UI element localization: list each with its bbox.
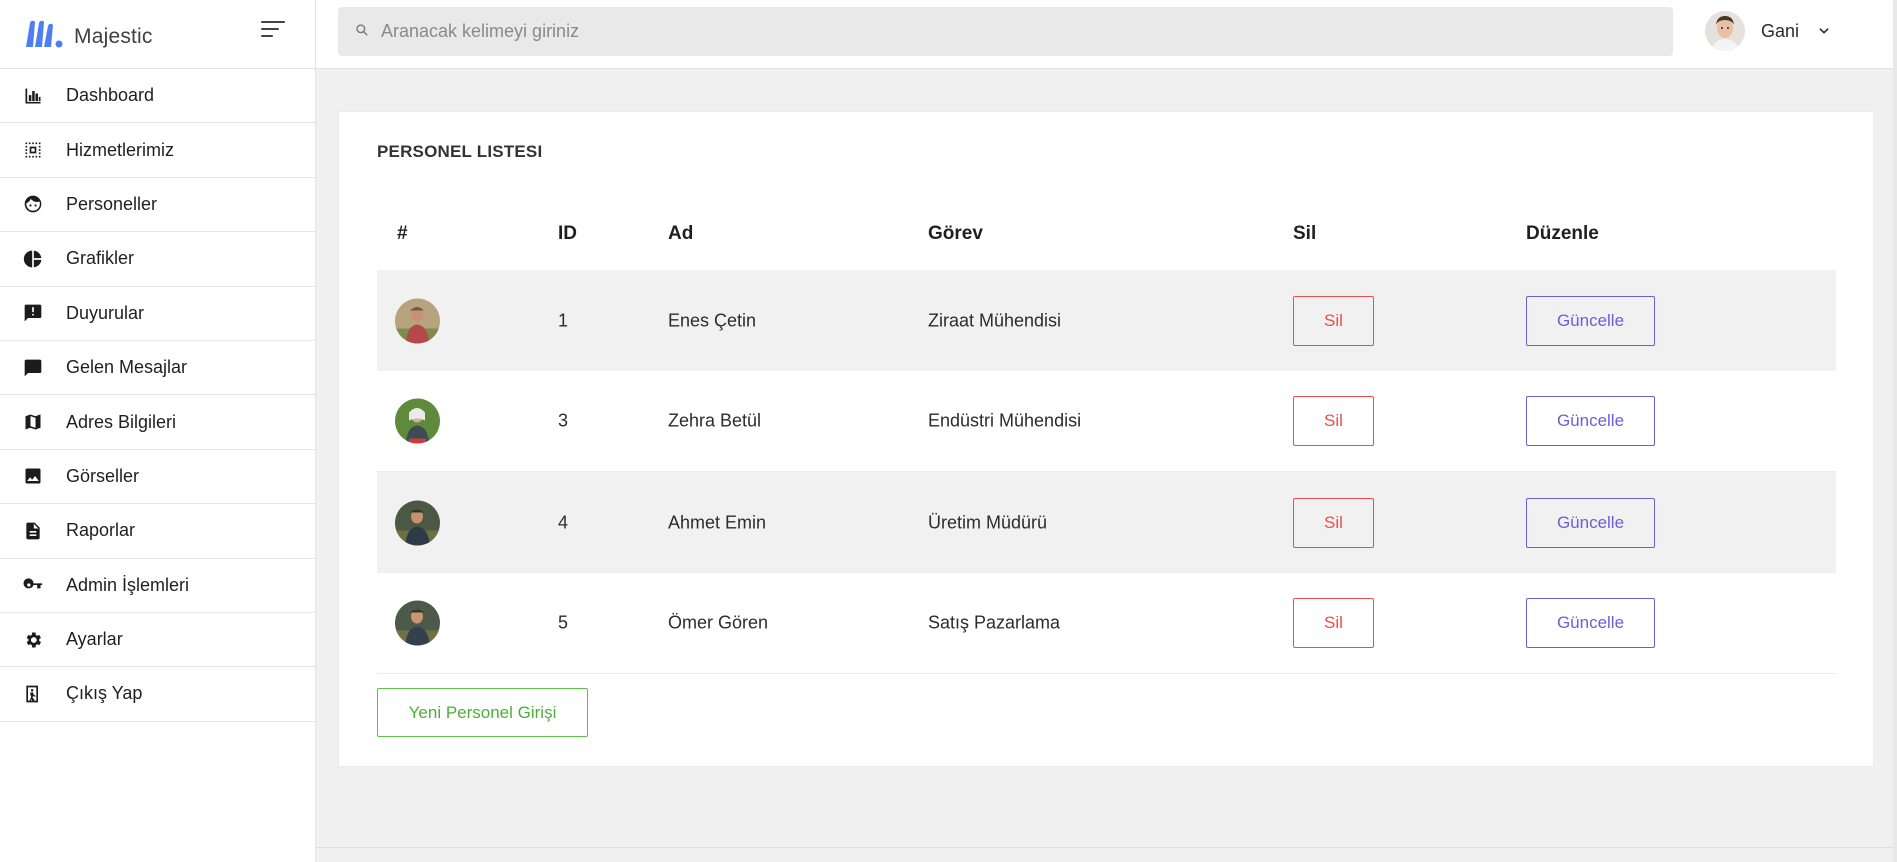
table-header: # ID Ad Görev Sil Düzenle [377, 197, 1836, 270]
sidebar-item-label: Grafikler [66, 248, 135, 269]
settings-icon [22, 629, 44, 651]
sidebar-item-label: Adres Bilgileri [66, 411, 177, 432]
row-id: 3 [558, 410, 569, 431]
row-role: Ziraat Mühendisi [928, 310, 1062, 330]
sidebar-item-dashboard[interactable]: Dashboard [0, 69, 315, 124]
delete-button[interactable]: Sil [1293, 598, 1374, 648]
sidebar-item-gelen-mesajlar[interactable]: Gelen Mesajlar [0, 341, 315, 396]
row-name: Ömer Gören [668, 612, 769, 633]
column-header-delete: Sil [1293, 222, 1317, 244]
avatar[interactable] [1705, 11, 1745, 51]
sidebar-item-ayarlar[interactable]: Ayarlar [0, 613, 315, 668]
sidebar-item-label: Admin İşlemleri [66, 574, 190, 595]
delete-button[interactable]: Sil [1293, 497, 1374, 548]
sidebar-item-label: Duyurular [66, 302, 145, 323]
profile-menu[interactable]: Gani [1705, 11, 1831, 51]
sidebar-item-label: Raporlar [66, 520, 136, 541]
column-header-index: # [397, 222, 408, 244]
row-id: 1 [558, 310, 569, 330]
delete-button[interactable]: Sil [1293, 396, 1374, 446]
sidebar-item-adres-bilgileri[interactable]: Adres Bilgileri [0, 395, 315, 450]
row-name: Zehra Betül [668, 410, 762, 431]
message-icon [22, 357, 44, 379]
chevron-down-icon[interactable] [1817, 24, 1831, 38]
sidebar-item-grafikler[interactable]: Grafikler [0, 232, 315, 287]
sidebar-item-label: Görseller [66, 465, 140, 486]
avatar [395, 600, 440, 646]
row-id: 4 [558, 512, 569, 532]
update-button[interactable]: Güncelle [1526, 396, 1655, 446]
update-button[interactable]: Güncelle [1526, 598, 1655, 648]
scrollbar-track[interactable] [1893, 0, 1897, 862]
sidebar-item-label: Dashboard [66, 85, 155, 106]
row-name: Ahmet Emin [668, 512, 767, 532]
search-bar [338, 7, 1673, 56]
column-header-role: Görev [928, 222, 983, 244]
pie-chart-icon [22, 248, 44, 270]
table-row: 3 Zehra Betül Endüstri Mühendisi Sil Gün… [377, 371, 1836, 472]
sidebar-item-label: Çıkış Yap [66, 683, 143, 704]
new-personnel-button[interactable]: Yeni Personel Girişi [377, 688, 588, 737]
sidebar-item-admin-islemleri[interactable]: Admin İşlemleri [0, 559, 315, 613]
column-header-id: ID [558, 222, 577, 244]
sidebar-item-gorseller[interactable]: Görseller [0, 450, 315, 505]
bar-chart-icon [22, 85, 44, 107]
brand-name: Majestic [74, 25, 153, 48]
row-role: Satış Pazarlama [928, 612, 1061, 633]
image-icon [22, 465, 44, 487]
table-row: 4 Ahmet Emin Üretim Müdürü Sil Güncelle [377, 472, 1836, 573]
row-role: Üretim Müdürü [928, 512, 1048, 532]
column-header-name: Ad [668, 222, 694, 244]
update-button[interactable]: Güncelle [1526, 295, 1655, 346]
map-icon [22, 411, 44, 433]
update-button[interactable]: Güncelle [1526, 497, 1655, 548]
sidebar-item-personeller[interactable]: Personeller [0, 178, 315, 233]
delete-button[interactable]: Sil [1293, 295, 1374, 346]
select-all-icon [22, 139, 44, 161]
column-header-edit: Düzenle [1526, 222, 1599, 244]
search-input[interactable] [381, 21, 1631, 42]
row-name: Enes Çetin [668, 310, 757, 330]
sidebar-item-hizmetlerimiz[interactable]: Hizmetlerimiz [0, 123, 315, 178]
profile-name: Gani [1761, 20, 1800, 41]
sidebar: Majestic Dashboard Hizmetlerimiz Persone… [0, 0, 316, 862]
sidebar-item-cikis-yap[interactable]: Çıkış Yap [0, 667, 315, 722]
description-icon [22, 520, 44, 542]
card-title: PERSONEL LISTESI [377, 142, 543, 161]
table-row: 1 Enes Çetin Ziraat Mühendisi Sil Güncel… [377, 270, 1836, 371]
sidebar-item-duyurular[interactable]: Duyurular [0, 287, 315, 341]
table-row: 5 Ömer Gören Satış Pazarlama Sil Güncell… [377, 573, 1836, 674]
avatar [395, 398, 440, 444]
face-icon [22, 193, 44, 215]
exit-icon [22, 683, 44, 705]
row-id: 5 [558, 612, 569, 633]
sidebar-item-label: Ayarlar [66, 629, 123, 650]
personel-table: # ID Ad Görev Sil Düzenle 1 Enes Çetin Z… [377, 197, 1836, 674]
avatar [395, 298, 440, 343]
key-icon [22, 574, 44, 596]
footer-divider [316, 847, 1893, 848]
row-role: Endüstri Mühendisi [928, 410, 1082, 431]
announcement-icon [22, 302, 44, 324]
avatar [395, 500, 440, 545]
sidebar-item-label: Gelen Mesajlar [66, 357, 188, 378]
sidebar-item-label: Personeller [66, 193, 158, 214]
topbar: Gani [316, 0, 1897, 69]
sidebar-nav: Dashboard Hizmetlerimiz Personeller Graf… [0, 69, 315, 722]
menu-toggle-icon[interactable] [261, 21, 287, 41]
search-icon [356, 23, 368, 36]
majestic-logo-icon[interactable] [24, 18, 68, 50]
sidebar-item-label: Hizmetlerimiz [66, 139, 174, 160]
sidebar-item-raporlar[interactable]: Raporlar [0, 504, 315, 559]
personel-card: PERSONEL LISTESI # ID Ad Görev Sil Düzen… [338, 111, 1874, 767]
brand: Majestic [0, 0, 315, 69]
